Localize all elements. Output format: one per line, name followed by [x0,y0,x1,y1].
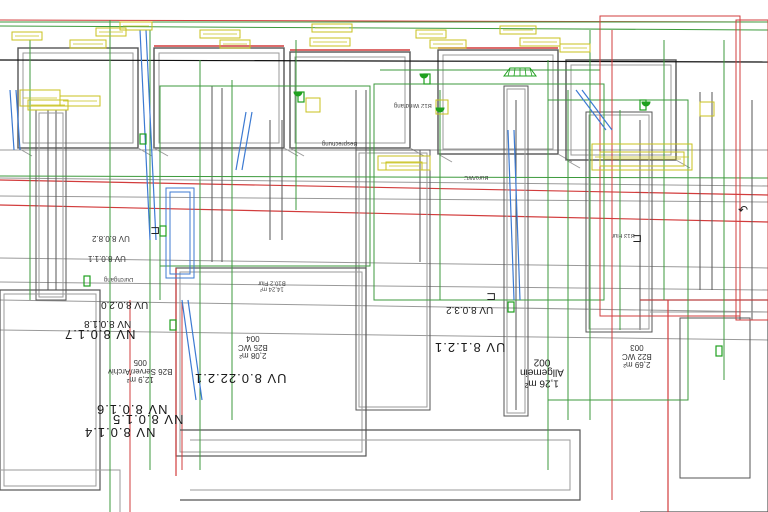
label-besprechung: Besprechung [322,140,358,146]
door-opening [35,109,67,301]
slab-edge [0,281,768,291]
door-opening [355,149,431,411]
floor-step [0,469,121,512]
room-003-name: B22 WC [622,351,652,361]
door-swing-icon: ↶ [738,203,749,217]
ceiling-fixture [305,97,321,113]
room-stamp-005: 12,9 m² B26 Server/Archiv 005 [108,358,173,385]
duct-edge [235,111,247,171]
partition-box-inner [179,271,363,453]
label-buero-wc: Büro/WC [464,174,489,180]
floor-step-inner [190,439,571,491]
door-frame [38,112,64,298]
room-002-number: 002 [533,356,551,368]
room-stamp-004: 2,08 m² B25 WC 004 [238,334,268,361]
window-frame-inner [158,52,280,144]
room-004-number: 004 [246,334,260,344]
device-socket [507,301,515,313]
door-frame [358,152,428,408]
window-sill [409,147,425,157]
label-upper-note-1: B12 Windfang [394,102,432,108]
room-002-area: 1,26 m² [525,377,559,389]
partition-box [175,267,367,457]
flur-name: B10.2 Flur [258,279,286,286]
partition-box [640,299,768,512]
window-frame [153,47,285,149]
duct-edge [241,111,253,171]
room-volume-edge [0,175,768,179]
label-nv-8-0-1-7: NV 8.0.1.7 [64,327,136,342]
light-fixture-line [524,67,527,77]
duct-edge [575,89,607,131]
room-stamp-flur: 14,24 m² B10.2 Flur [258,279,286,292]
door-swing-icon: ⊐ [632,231,643,245]
room-volume [373,83,605,301]
window-sill [153,147,169,157]
room-005-number: 005 [133,358,147,368]
partition-box [679,317,751,479]
room-005-name: B26 Server/Archiv [108,366,173,376]
lamp-icon [293,91,303,97]
window-frame-inner [442,54,554,150]
device-socket [159,225,167,237]
red-volume-edge [0,204,768,223]
door-swing-icon: ⊐ [150,223,161,237]
window-frame [289,51,411,149]
light-fixture-line [513,67,516,77]
label-uv-8-0-2-0: UV 8.0.2.0 [101,299,149,310]
label-uv-8-0-22-2-1: UV 8.0.22.2.1 [194,371,287,386]
lamp-icon [435,107,445,113]
window-frame [565,59,677,161]
door-swing-icon: ⊐ [486,289,497,303]
label-nv-8-0-1-8: NV 8.0.1.8 [84,318,132,329]
room-volume [547,99,689,401]
slab-edge [0,195,768,203]
door-opening [585,111,653,333]
label-nv-8-0-1-4: NV 8.0.1.4 [84,425,156,440]
window-frame [437,49,559,155]
duct-edge [507,129,515,301]
label-upper-note-3: Durchgang [104,276,134,282]
room-004-area: 2,08 m² [239,351,267,361]
label-uv-8-0-8-2: UV 8.0.8.2 [92,234,130,243]
duct-edge [9,89,15,151]
label-nv-8-0-1-6: NV 8.0.1.6 [96,402,168,417]
label-uv-8-1-2-1: UV 8.1.2.1 [434,340,506,355]
model-viewport[interactable]: NV 8.0.1.4 NV 8.0.1.5 NV 8.0.1.6 NV 8.0.… [0,0,768,512]
label-uv-8-0-3-2: UV 8.0.3.2 [446,304,494,315]
partition-box-inner [3,293,97,487]
device-socket [83,275,91,287]
window-sill [289,147,305,157]
room-stamp-003: 2,69 m² B22 WC 003 [622,343,652,370]
device-socket [169,319,177,331]
room-005-area: 12,9 m² [126,375,154,385]
lamp-icon [641,101,651,107]
window-sill [557,153,573,163]
flur-area: 14,24 m² [260,285,284,292]
room-002-name: Allgemein [520,367,564,378]
duct-box-inner [169,191,191,275]
room-004-name: B25 WC [238,342,268,352]
room-003-area: 2,69 m² [623,360,651,370]
label-uv-8-0-1-1: UV 8.0.1.1 [88,254,126,263]
device-socket [715,345,723,357]
room-003-number: 003 [630,343,644,353]
lamp-icon [419,73,429,79]
duct-edge [513,129,521,301]
room-stamp-002: 1,26 m² Allgemein 002 [520,356,564,389]
